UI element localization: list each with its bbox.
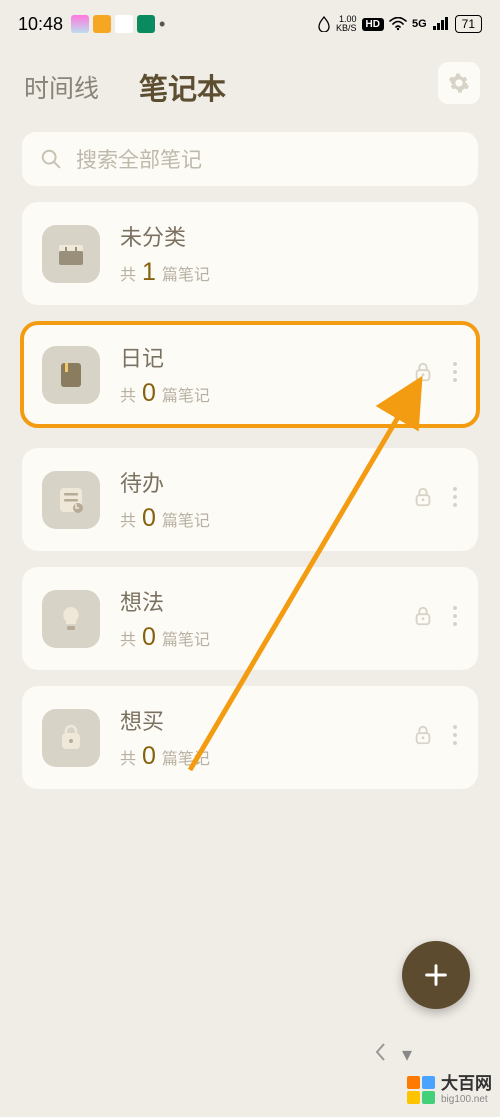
battery-indicator: 71 <box>455 15 482 33</box>
notebook-count: 0 <box>142 379 156 408</box>
notebook-subtitle: 共0篇笔记 <box>120 379 392 408</box>
plus-icon <box>422 961 450 989</box>
add-button[interactable] <box>402 941 470 1009</box>
notebook-count: 0 <box>142 504 156 533</box>
watermark-logo <box>407 1076 435 1104</box>
notebook-subtitle: 共0篇笔记 <box>120 504 392 533</box>
status-right: 1.00 KB/S HD 5G 71 <box>317 15 482 33</box>
notebook-card[interactable]: 想法共0篇笔记 <box>22 567 478 670</box>
notebook-actions <box>412 361 458 388</box>
status-left: 10:48 • <box>18 14 165 35</box>
more-icon[interactable] <box>452 361 458 388</box>
notebook-count: 1 <box>142 258 156 287</box>
notebook-body: 未分类共1篇笔记 <box>120 220 438 287</box>
notebook-card[interactable]: 日记共0篇笔记 <box>22 323 478 426</box>
chevron-left-icon <box>374 1042 388 1062</box>
notebook-card[interactable]: 未分类共1篇笔记 <box>22 202 478 305</box>
notebook-count: 0 <box>142 742 156 771</box>
tab-notebook[interactable]: 笔记本 <box>139 66 226 108</box>
more-icon[interactable] <box>452 724 458 751</box>
hd-icon: HD <box>362 18 384 31</box>
tab-bar: 时间线 笔记本 <box>0 48 500 126</box>
notebook-actions <box>412 486 458 513</box>
notebook-subtitle: 共1篇笔记 <box>120 258 438 287</box>
settings-button[interactable] <box>438 62 480 104</box>
drop-icon <box>317 16 331 32</box>
wifi-icon <box>389 17 407 31</box>
notebook-icon <box>42 471 100 529</box>
lock-icon[interactable] <box>412 486 434 513</box>
notebook-title: 想买 <box>120 704 392 736</box>
lock-icon[interactable] <box>412 361 434 388</box>
status-kbs: 1.00 KB/S <box>336 15 357 33</box>
search-placeholder: 搜索全部笔记 <box>76 144 202 174</box>
watermark-name: 大百网 <box>441 1075 492 1094</box>
notebook-actions <box>412 724 458 751</box>
notebook-title: 待办 <box>120 466 392 498</box>
status-app-icons: • <box>71 14 165 35</box>
notebook-title: 日记 <box>120 341 392 373</box>
status-time: 10:48 <box>18 14 63 35</box>
signal-icon <box>432 17 450 31</box>
notebook-card[interactable]: 待办共0篇笔记 <box>22 448 478 551</box>
notebook-icon <box>42 225 100 283</box>
network-label: 5G <box>412 18 427 30</box>
notebook-body: 想买共0篇笔记 <box>120 704 392 771</box>
notebook-subtitle: 共0篇笔记 <box>120 623 392 652</box>
lock-icon[interactable] <box>412 605 434 632</box>
notebook-icon <box>42 590 100 648</box>
notebook-title: 想法 <box>120 585 392 617</box>
search-icon <box>40 148 62 170</box>
lock-icon[interactable] <box>412 724 434 751</box>
notebook-body: 待办共0篇笔记 <box>120 466 392 533</box>
more-icon[interactable] <box>452 486 458 513</box>
notebook-subtitle: 共0篇笔记 <box>120 742 392 771</box>
more-icon[interactable] <box>452 605 458 632</box>
notebook-card[interactable]: 想买共0篇笔记 <box>22 686 478 789</box>
notebook-count: 0 <box>142 623 156 652</box>
notebook-title: 未分类 <box>120 220 438 252</box>
status-bar: 10:48 • 1.00 KB/S HD 5G 71 <box>0 0 500 48</box>
notebook-body: 想法共0篇笔记 <box>120 585 392 652</box>
notebook-list: 未分类共1篇笔记日记共0篇笔记待办共0篇笔记想法共0篇笔记想买共0篇笔记 <box>0 202 500 789</box>
watermark-url: big100.net <box>441 1094 492 1105</box>
nav-hint: ▾ <box>374 1042 412 1067</box>
tab-timeline[interactable]: 时间线 <box>24 69 99 105</box>
watermark: 大百网 big100.net <box>407 1075 492 1105</box>
search-bar[interactable]: 搜索全部笔记 <box>22 132 478 186</box>
notebook-icon <box>42 346 100 404</box>
notebook-icon <box>42 709 100 767</box>
gear-icon <box>448 72 470 94</box>
notebook-body: 日记共0篇笔记 <box>120 341 392 408</box>
notebook-actions <box>412 605 458 632</box>
